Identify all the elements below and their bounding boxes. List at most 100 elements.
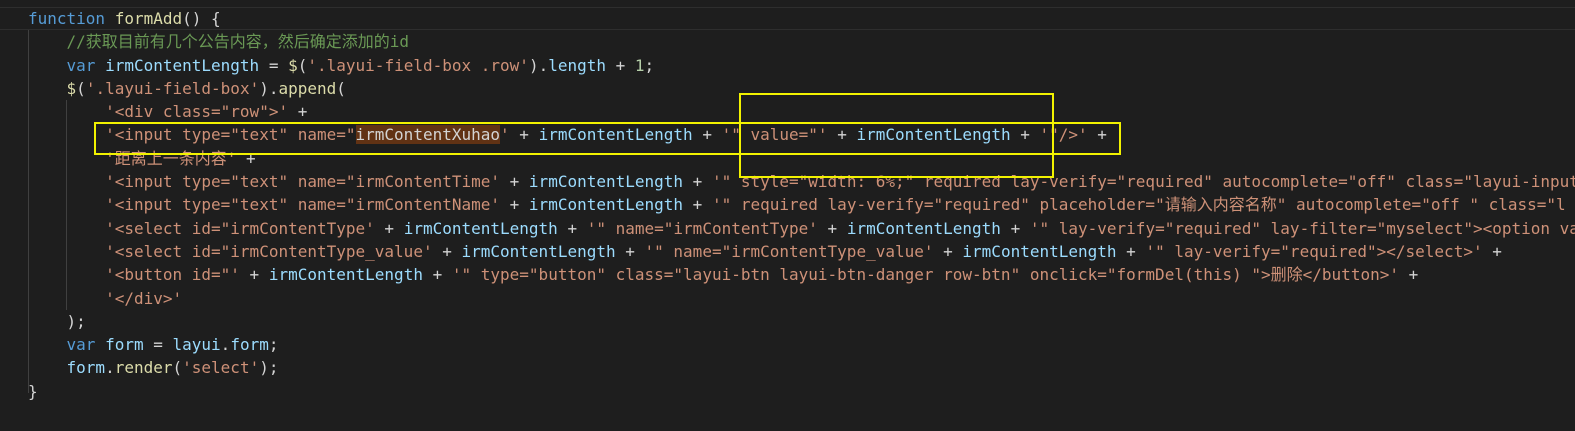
code-token: '" type="button" class="layui-btn layui-… bbox=[451, 265, 1399, 285]
code-line[interactable]: '<input type="text" name="irmContentName… bbox=[28, 193, 1575, 216]
code-token: + bbox=[683, 195, 712, 215]
code-token: 1 bbox=[634, 55, 645, 75]
code-token: '<input type="text" name="irmContentTime… bbox=[105, 172, 501, 192]
code-token: '<div class="row">' bbox=[105, 102, 289, 122]
code-token: irmContentLength bbox=[403, 218, 558, 238]
code-token: '" required lay-verify="required" placeh… bbox=[711, 195, 1566, 215]
code-token: } bbox=[28, 381, 38, 401]
code-token: irmContentLength bbox=[268, 265, 423, 285]
code-token: + bbox=[683, 172, 712, 192]
code-token: '" lay-verify="required" lay-filter="mys… bbox=[1029, 218, 1575, 238]
code-token: var bbox=[66, 335, 106, 355]
code-line[interactable]: form.render('select'); bbox=[28, 356, 1575, 379]
code-token: '</div>' bbox=[105, 288, 183, 308]
code-line[interactable]: //获取目前有几个公告内容，然后确定添加的id bbox=[28, 30, 1575, 53]
code-line[interactable]: '</div>' bbox=[28, 287, 1575, 310]
code-token: ( bbox=[297, 55, 308, 75]
code-line[interactable]: '<select id="irmContentType_value' + irm… bbox=[28, 240, 1575, 263]
code-token: + bbox=[817, 218, 847, 238]
code-editor[interactable]: function formAdd() { //获取目前有几个公告内容，然后确定添… bbox=[0, 0, 1575, 431]
code-token: '<input type="text" name="irmContentName… bbox=[105, 195, 501, 215]
code-token: + bbox=[933, 241, 963, 261]
code-token: = bbox=[259, 55, 289, 75]
code-token: irmContentLength bbox=[528, 172, 684, 192]
code-token: render bbox=[114, 358, 173, 378]
code-token: $ bbox=[66, 78, 77, 98]
code-text[interactable]: function formAdd() { //获取目前有几个公告内容，然后确定添… bbox=[28, 7, 1575, 403]
code-line[interactable]: '<select id="irmContentType' + irmConten… bbox=[28, 217, 1575, 240]
code-token: '<button id="' bbox=[105, 265, 240, 285]
code-token: + bbox=[239, 265, 269, 285]
code-token: function bbox=[28, 9, 115, 28]
code-token: form bbox=[66, 358, 106, 378]
code-token: '.layui-field-box .row' bbox=[307, 55, 529, 75]
code-token: var bbox=[66, 55, 106, 75]
code-token: + bbox=[374, 218, 404, 238]
code-token: + bbox=[500, 172, 529, 192]
code-token: '<select id="irmContentType_value' bbox=[105, 241, 433, 261]
code-token: append bbox=[278, 78, 337, 98]
code-token: form bbox=[105, 335, 144, 355]
code-token: + bbox=[1482, 241, 1502, 261]
code-token: + bbox=[615, 241, 645, 261]
code-token: length bbox=[548, 55, 606, 75]
code-token: ( bbox=[172, 358, 183, 378]
code-token: + bbox=[422, 265, 452, 285]
code-token: + bbox=[1398, 265, 1419, 285]
code-token: + bbox=[557, 218, 587, 238]
code-token: ). bbox=[528, 55, 549, 75]
code-line[interactable]: function formAdd() { bbox=[28, 7, 1575, 30]
code-token: irmContentLength bbox=[461, 241, 616, 261]
code-token: + bbox=[1000, 218, 1030, 238]
code-token: ( bbox=[336, 78, 346, 98]
code-token: '" lay-verify="required"></select>' bbox=[1145, 241, 1483, 261]
code-token: + bbox=[606, 55, 635, 75]
code-token: '" name="irmContentType' bbox=[586, 218, 818, 238]
code-line[interactable]: ); bbox=[28, 310, 1575, 333]
code-token: formAdd bbox=[114, 9, 183, 28]
code-token: '<select id="irmContentType' bbox=[105, 218, 375, 238]
code-token: $ bbox=[288, 55, 298, 75]
code-token: irmContentLength bbox=[528, 195, 684, 215]
code-token: ; bbox=[268, 335, 279, 355]
code-token: + bbox=[288, 102, 308, 122]
code-line[interactable]: var irmContentLength = $('.layui-field-b… bbox=[28, 54, 1575, 77]
code-token: //获取目前有几个公告内容，然后确定添加的id bbox=[66, 32, 410, 52]
code-token: = bbox=[143, 335, 173, 355]
code-token: ); bbox=[66, 311, 86, 331]
code-token: irmContentLength bbox=[105, 55, 260, 75]
code-token: . bbox=[220, 335, 231, 355]
code-token: '" name="irmContentType_value' bbox=[644, 241, 934, 261]
code-token: ); bbox=[259, 358, 279, 378]
code-token: + bbox=[1116, 241, 1146, 261]
code-token: . bbox=[105, 358, 115, 378]
code-token: '.layui-field-box' bbox=[85, 78, 260, 98]
code-token: ). bbox=[259, 78, 279, 98]
code-token: form bbox=[230, 335, 269, 355]
code-line[interactable]: } bbox=[28, 380, 1575, 403]
code-token: () { bbox=[182, 9, 221, 28]
annotation-box-value-attr bbox=[739, 93, 1054, 178]
code-line[interactable]: '<button id="' + irmContentLength + '" t… bbox=[28, 263, 1575, 286]
code-token: + bbox=[432, 241, 462, 261]
code-token: + bbox=[500, 195, 529, 215]
code-token: irmContentLength bbox=[962, 241, 1117, 261]
code-token: ; bbox=[644, 55, 655, 75]
code-token: irmContentLength bbox=[846, 218, 1001, 238]
code-token: layui bbox=[172, 335, 221, 355]
code-token: ( bbox=[76, 78, 86, 98]
code-line[interactable]: var form = layui.form; bbox=[28, 333, 1575, 356]
